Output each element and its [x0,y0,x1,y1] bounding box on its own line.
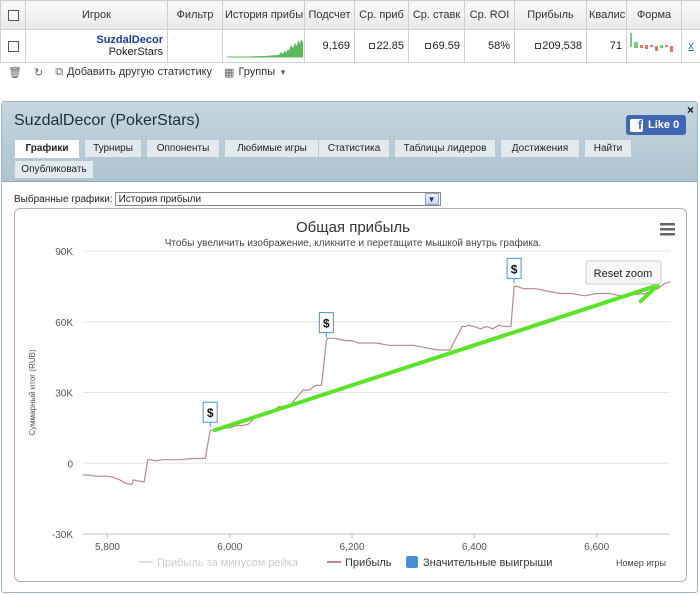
panel-title: SuzdalDecor (PokerStars) [14,112,200,129]
y-tick-label: -30K [52,530,73,541]
tab-opponents[interactable]: Оппоненты [146,139,220,158]
chart-select-value: История прибыли [118,193,202,205]
chart-selector-row: Выбранные графики: История прибыли ▼ [14,192,441,206]
y-axis-label: Суммарный итог (RUB) [28,349,37,436]
currency-icon [369,43,376,49]
legend-marker-big-wins [406,556,418,568]
x-tick-label: 6,400 [462,542,487,553]
col-header-form[interactable]: Форма [626,0,682,30]
legend-item-net-profit[interactable]: Прибыль за минусом рейка [157,557,299,569]
col-header-ability[interactable]: Квалис [586,0,627,30]
chevron-down-icon[interactable]: ▼ [279,68,287,77]
player-panel: SuzdalDecor (PokerStars) × f Like 0 Граф… [1,101,698,593]
x-tick-label: 5,800 [95,542,120,553]
groups-button[interactable]: Группы [238,66,275,78]
reset-zoom-label[interactable]: Reset zoom [594,268,653,280]
player-table: Игрок Фильтр История прибы Подсчет Ср. п… [0,0,700,63]
tab-achievements[interactable]: Достижения [500,139,580,158]
chart-title: Общая прибыль [296,219,410,236]
avg-roi-cell: 58% [464,29,515,63]
player-cell[interactable]: SuzdalDecor PokerStars [25,29,168,63]
col-header-filter[interactable]: Фильтр [167,0,223,30]
refresh-icon[interactable]: ↻ [34,66,43,79]
currency-icon [535,43,542,49]
tab-statistics[interactable]: Статистика [318,139,390,158]
player-site: PokerStars [108,46,163,58]
remove-player-link[interactable]: x [681,29,700,63]
chart-container[interactable]: 90K 60K 30K 0 -30K 5,800 6,000 6,200 6,400 6,600 О… [14,208,687,582]
col-header-avg-stake[interactable]: Ср. ставк [408,0,465,30]
table-row: SuzdalDecor PokerStars 9,169 22.85 69.59… [0,29,700,63]
x-tick-label: 6,200 [340,542,365,553]
profit-cell: 209,538 [514,29,587,63]
menu-icon [660,223,675,226]
col-header-count[interactable]: Подсчет [304,0,355,30]
table-header-row: Игрок Фильтр История прибы Подсчет Ср. п… [0,0,700,30]
add-stats-icon: ⧉ [55,65,64,78]
y-tick-label: 60K [55,318,73,329]
legend-item-big-wins[interactable]: Значительные выигрыши [423,557,552,569]
row-checkbox[interactable] [0,29,26,63]
avg-stake-cell: 69.59 [408,29,465,63]
form-bars [630,33,673,52]
col-header-empty [681,0,700,30]
y-tick-label: 0 [67,459,73,470]
y-tick-label: 90K [55,247,73,258]
col-header-profit[interactable]: Прибыль [514,0,587,30]
form-chart [626,29,682,63]
menu-icon [660,233,675,236]
ability-cell: 71 [586,29,627,63]
tab-favorite-games[interactable]: Любимые игры [224,139,320,158]
chart-select[interactable]: История прибыли ▼ [114,192,441,206]
like-label: Like 0 [648,119,680,131]
x-axis-label: Номер игры [616,558,666,568]
facebook-icon: f [630,118,643,132]
tab-find[interactable]: Найти [584,139,632,158]
groups-icon: ▦ [224,66,235,79]
filter-cell [167,29,223,63]
add-stats-button[interactable]: Добавить другую статистику [67,66,212,78]
history-sparkline [222,29,305,63]
count-cell: 9,169 [304,29,355,63]
avg-profit-value: 22.85 [376,40,404,52]
player-table-area: Игрок Фильтр История прибы Подсчет Ср. п… [0,0,700,86]
tab-charts[interactable]: Графики [14,139,80,158]
facebook-like-button[interactable]: f Like 0 [626,115,686,135]
profit-value: 209,538 [542,40,582,52]
tab-leaderboards[interactable]: Таблицы лидеров [394,139,496,158]
currency-icon [425,43,432,49]
y-tick-label: 30K [55,389,73,400]
col-header-history[interactable]: История прибы [222,0,305,30]
close-icon[interactable]: × [687,103,694,117]
avg-profit-cell: 22.85 [354,29,409,63]
tab-publish[interactable]: Опубликовать [14,160,94,179]
big-win-label: $ [511,262,518,276]
col-header-avg-roi[interactable]: Ср. ROI [464,0,515,30]
big-win-label: $ [207,406,214,420]
trash-icon[interactable]: 🗑 [8,66,22,79]
menu-icon [660,228,675,231]
x-tick-label: 6,600 [584,542,609,553]
chart-subtitle: Чтобы увеличить изображение, кликните и … [165,237,542,249]
col-header-player[interactable]: Игрок [25,0,168,30]
tab-tournaments[interactable]: Турниры [84,139,142,158]
avg-stake-value: 69.59 [432,40,460,52]
legend-item-profit[interactable]: Прибыль [345,557,392,569]
trend-arrow-line [212,285,654,433]
x-tick-label: 6,000 [217,542,242,553]
player-name-link[interactable]: SuzdalDecor [30,34,163,46]
table-toolbar: 🗑 ↻ ⧉ Добавить другую статистику ▦ Групп… [0,63,287,81]
chart-selector-label: Выбранные графики: [14,193,113,205]
big-win-label: $ [323,317,330,331]
sparkline-chart [227,39,303,58]
chevron-down-icon[interactable]: ▼ [424,193,439,205]
profit-chart[interactable]: 90K 60K 30K 0 -30K 5,800 6,000 6,200 6,400 6,600 О… [15,209,688,583]
select-all-checkbox[interactable] [0,0,26,30]
col-header-avg-profit[interactable]: Ср. приб [354,0,409,30]
